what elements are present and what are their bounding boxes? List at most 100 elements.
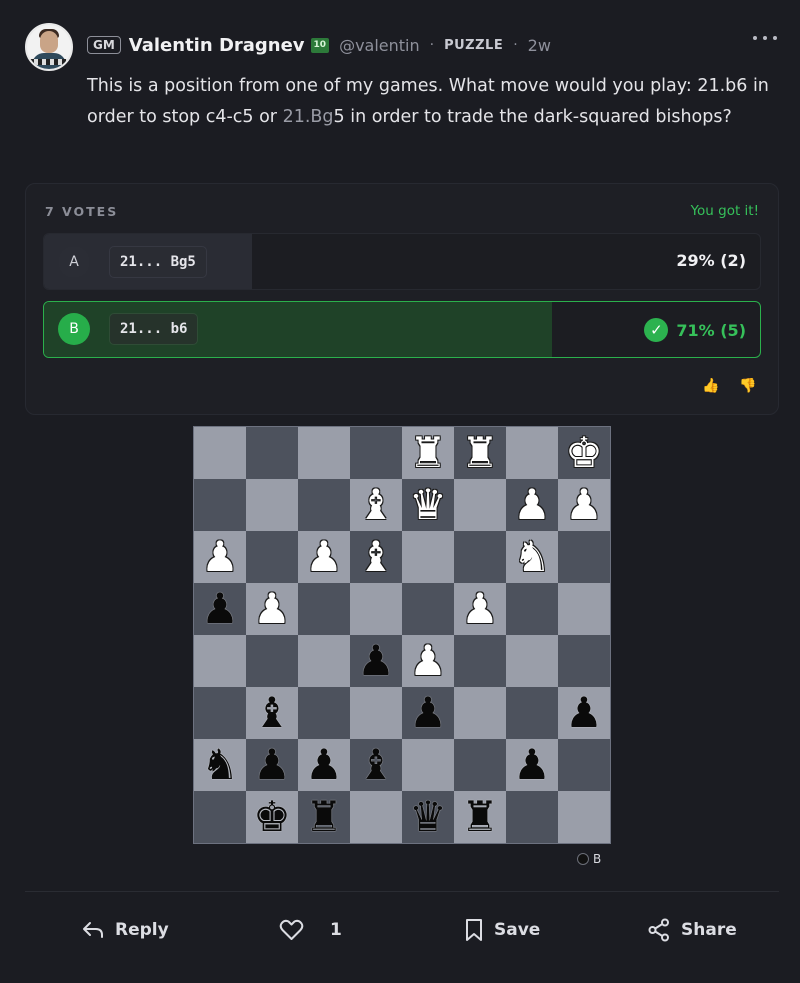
- white-bishop-icon[interactable]: ♝: [357, 484, 395, 526]
- board-square[interactable]: ♝: [350, 739, 402, 791]
- white-king-icon[interactable]: ♚: [565, 432, 603, 474]
- board-square[interactable]: [454, 479, 506, 531]
- board-square[interactable]: [558, 531, 610, 583]
- board-square[interactable]: ♝: [246, 687, 298, 739]
- board-square[interactable]: [558, 583, 610, 635]
- board-square[interactable]: ♟: [246, 583, 298, 635]
- white-bishop-icon[interactable]: ♝: [357, 536, 395, 578]
- thumbs-up-icon[interactable]: 👍: [702, 378, 719, 394]
- board-square[interactable]: ♚: [558, 427, 610, 479]
- author-avatar[interactable]: [25, 23, 73, 71]
- board-square[interactable]: ♟: [246, 739, 298, 791]
- board-square[interactable]: [350, 687, 402, 739]
- board-square[interactable]: [350, 427, 402, 479]
- board-square[interactable]: [298, 635, 350, 687]
- board-square[interactable]: [506, 687, 558, 739]
- board-square[interactable]: [506, 635, 558, 687]
- board-square[interactable]: [350, 583, 402, 635]
- black-pawn-icon[interactable]: ♟: [513, 744, 551, 786]
- white-rook-icon[interactable]: ♜: [409, 432, 447, 474]
- white-queen-icon[interactable]: ♛: [409, 484, 447, 526]
- white-pawn-icon[interactable]: ♟: [201, 536, 239, 578]
- black-queen-icon[interactable]: ♛: [409, 796, 447, 838]
- board-square[interactable]: [506, 583, 558, 635]
- board-square[interactable]: ♜: [298, 791, 350, 843]
- black-bishop-icon[interactable]: ♝: [357, 744, 395, 786]
- board-square[interactable]: ♛: [402, 479, 454, 531]
- board-square[interactable]: [298, 687, 350, 739]
- move-link[interactable]: 21.Bg: [283, 107, 334, 127]
- board-square[interactable]: ♜: [454, 427, 506, 479]
- board-square[interactable]: [454, 531, 506, 583]
- board-square[interactable]: [454, 687, 506, 739]
- reply-button[interactable]: Reply: [82, 915, 169, 945]
- white-pawn-icon[interactable]: ♟: [305, 536, 343, 578]
- white-pawn-icon[interactable]: ♟: [565, 484, 603, 526]
- black-pawn-icon[interactable]: ♟: [305, 744, 343, 786]
- board-square[interactable]: [194, 479, 246, 531]
- save-button[interactable]: Save: [465, 915, 540, 945]
- board-square[interactable]: ♟: [558, 687, 610, 739]
- share-button[interactable]: Share: [648, 915, 737, 945]
- board-square[interactable]: ♟: [194, 531, 246, 583]
- white-pawn-icon[interactable]: ♟: [513, 484, 551, 526]
- board-square[interactable]: [298, 479, 350, 531]
- board-square[interactable]: ♟: [402, 635, 454, 687]
- board-square[interactable]: ♜: [454, 791, 506, 843]
- board-square[interactable]: [506, 427, 558, 479]
- author-handle[interactable]: @valentin: [339, 36, 420, 55]
- board-square[interactable]: [402, 583, 454, 635]
- board-square[interactable]: ♟: [454, 583, 506, 635]
- board-square[interactable]: [454, 635, 506, 687]
- poll-option-a[interactable]: A 21... Bg5 29% (2): [43, 233, 761, 290]
- board-square[interactable]: ♟: [558, 479, 610, 531]
- board-square[interactable]: [402, 531, 454, 583]
- board-square[interactable]: ♚: [246, 791, 298, 843]
- black-knight-icon[interactable]: ♞: [201, 744, 239, 786]
- board-square[interactable]: [558, 791, 610, 843]
- board-square[interactable]: [246, 479, 298, 531]
- board-square[interactable]: [246, 635, 298, 687]
- black-bishop-icon[interactable]: ♝: [253, 692, 291, 734]
- black-rook-icon[interactable]: ♜: [461, 796, 499, 838]
- white-pawn-icon[interactable]: ♟: [253, 588, 291, 630]
- board-square[interactable]: ♛: [402, 791, 454, 843]
- like-button[interactable]: 1: [279, 915, 342, 945]
- board-square[interactable]: [298, 427, 350, 479]
- white-knight-icon[interactable]: ♞: [513, 536, 551, 578]
- author-name[interactable]: Valentin Dragnev: [129, 35, 305, 56]
- board-square[interactable]: [246, 427, 298, 479]
- board-square[interactable]: [402, 739, 454, 791]
- board-square[interactable]: ♟: [402, 687, 454, 739]
- board-square[interactable]: [194, 687, 246, 739]
- board-square[interactable]: ♟: [298, 531, 350, 583]
- board-square[interactable]: ♟: [298, 739, 350, 791]
- white-pawn-icon[interactable]: ♟: [409, 640, 447, 682]
- thumbs-down-icon[interactable]: 👎: [739, 378, 756, 394]
- board-square[interactable]: ♟: [194, 583, 246, 635]
- board-square[interactable]: [246, 531, 298, 583]
- board-square[interactable]: [194, 427, 246, 479]
- black-pawn-icon[interactable]: ♟: [565, 692, 603, 734]
- board-square[interactable]: ♜: [402, 427, 454, 479]
- board-square[interactable]: [350, 791, 402, 843]
- board-square[interactable]: [558, 635, 610, 687]
- black-pawn-icon[interactable]: ♟: [357, 640, 395, 682]
- board-square[interactable]: [298, 583, 350, 635]
- board-square[interactable]: ♟: [506, 739, 558, 791]
- board-square[interactable]: [454, 739, 506, 791]
- board-square[interactable]: ♝: [350, 479, 402, 531]
- black-pawn-icon[interactable]: ♟: [409, 692, 447, 734]
- white-pawn-icon[interactable]: ♟: [461, 588, 499, 630]
- black-king-icon[interactable]: ♚: [253, 796, 291, 838]
- white-rook-icon[interactable]: ♜: [461, 432, 499, 474]
- poll-option-b[interactable]: B 21... b6 ✓ 71% (5): [43, 301, 761, 358]
- more-options-icon[interactable]: [752, 34, 778, 44]
- black-pawn-icon[interactable]: ♟: [201, 588, 239, 630]
- board-square[interactable]: ♝: [350, 531, 402, 583]
- black-pawn-icon[interactable]: ♟: [253, 744, 291, 786]
- post-tag[interactable]: PUZZLE: [444, 38, 503, 53]
- board-square[interactable]: ♟: [350, 635, 402, 687]
- black-rook-icon[interactable]: ♜: [305, 796, 343, 838]
- board-square[interactable]: ♟: [506, 479, 558, 531]
